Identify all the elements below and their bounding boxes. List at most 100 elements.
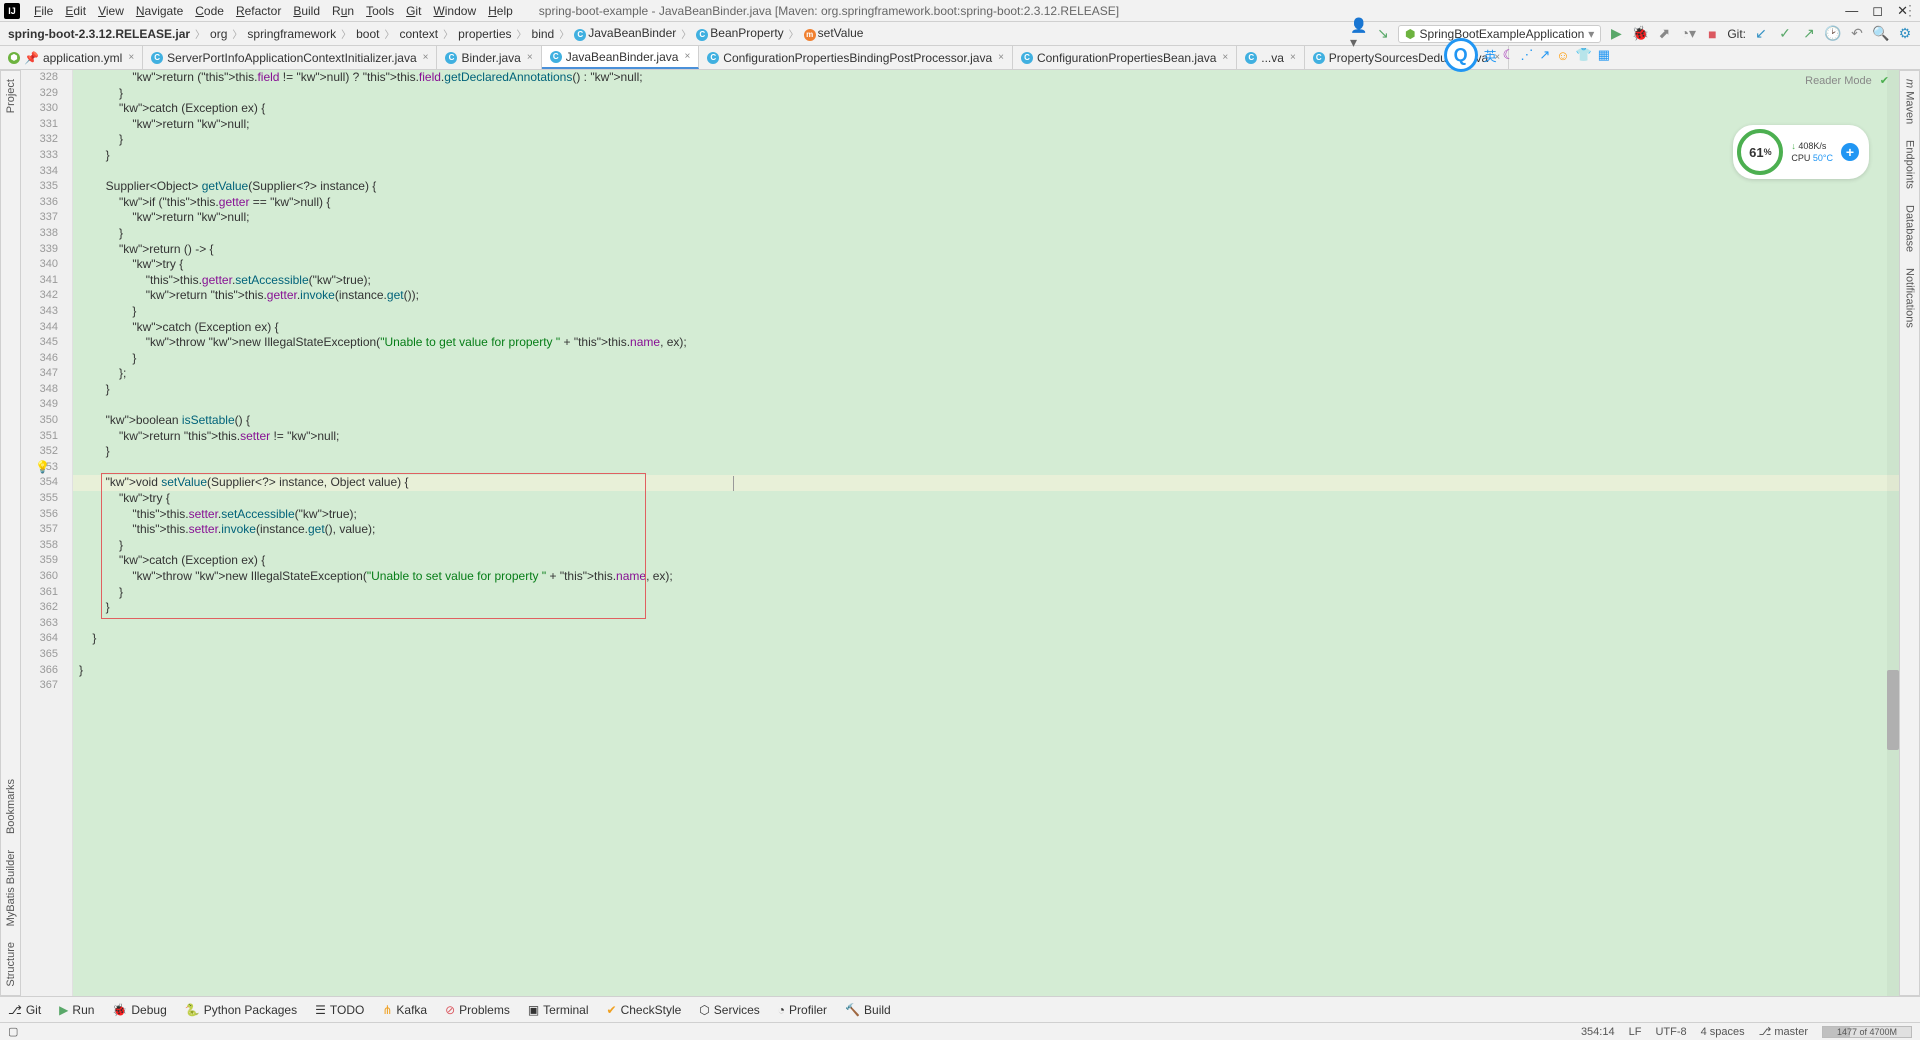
rail-notifications[interactable]: Notifications <box>1902 260 1918 336</box>
git-history-icon[interactable]: 🕑 <box>1824 25 1842 43</box>
maximize-button[interactable]: ◻ <box>1872 3 1883 19</box>
menu-navigate[interactable]: Navigate <box>130 4 189 18</box>
rail-database[interactable]: Database <box>1902 197 1918 260</box>
memory-indicator[interactable]: 1477 of 4700M <box>1822 1026 1912 1038</box>
tab-close-icon[interactable]: × <box>527 52 533 63</box>
services-icon: ⬡ <box>699 1003 709 1017</box>
git-update-icon[interactable]: ↙ <box>1752 25 1770 43</box>
menu-refactor[interactable]: Refactor <box>230 4 287 18</box>
bt-profiler[interactable]: ◔Profiler <box>778 1003 827 1017</box>
perf-expand-icon[interactable]: + <box>1841 143 1859 161</box>
bt-debug[interactable]: 🐞Debug <box>112 1003 166 1017</box>
minimize-button[interactable]: — <box>1845 3 1858 19</box>
tab-configpropsbean[interactable]: C ConfigurationPropertiesBean.java × <box>1013 46 1237 69</box>
wand-icon[interactable]: ↗ <box>1539 47 1550 63</box>
crumb-jar[interactable]: spring-boot-2.3.12.RELEASE.jar <box>6 27 192 41</box>
bt-run[interactable]: ▶Run <box>59 1003 94 1017</box>
tab-close-icon[interactable]: × <box>1290 52 1296 63</box>
tab-truncated[interactable]: C ...va × <box>1237 46 1305 69</box>
bt-terminal[interactable]: ▣Terminal <box>528 1003 589 1017</box>
profiler-icon: ◔ <box>778 1003 785 1017</box>
bt-git[interactable]: ⎇Git <box>8 1003 41 1017</box>
coverage-icon[interactable]: ⬈ <box>1655 25 1673 43</box>
bt-todo[interactable]: ☰TODO <box>315 1003 364 1017</box>
menu-run[interactable]: Run <box>326 4 360 18</box>
settings-icon[interactable]: ⚙ <box>1896 25 1914 43</box>
run-icon[interactable]: ▶ <box>1607 25 1625 43</box>
git-push-icon[interactable]: ↗ <box>1800 25 1818 43</box>
rail-maven[interactable]: m Maven <box>1902 71 1918 132</box>
crumb-org[interactable]: org <box>208 27 229 41</box>
tab-close-icon[interactable]: × <box>128 52 134 63</box>
debug-icon[interactable]: 🐞 <box>1631 25 1649 43</box>
bt-problems[interactable]: ⊘Problems <box>445 1003 510 1017</box>
tab-serverportinfo[interactable]: C ServerPortInfoApplicationContextInitia… <box>143 46 437 69</box>
git-rollback-icon[interactable]: ↶ <box>1848 25 1866 43</box>
crumb-inner[interactable]: CBeanProperty <box>694 26 785 41</box>
menu-file[interactable]: File <box>28 4 59 18</box>
statusbar: ▢ 354:14 LF UTF-8 4 spaces ⎇ master 1477… <box>0 1022 1920 1040</box>
crumb-boot[interactable]: boot <box>354 27 381 41</box>
rail-bookmarks[interactable]: Bookmarks <box>3 771 19 842</box>
bt-python[interactable]: 🐍Python Packages <box>185 1003 297 1017</box>
crumb-class[interactable]: CJavaBeanBinder <box>572 26 678 41</box>
checkstyle-icon: ✔ <box>607 1003 617 1017</box>
crumb-context[interactable]: context <box>397 27 440 41</box>
moon-icon[interactable]: ☾ <box>1503 47 1515 63</box>
assistant-ring-icon[interactable]: Q <box>1444 38 1478 72</box>
menu-edit[interactable]: Edit <box>59 4 92 18</box>
bt-build[interactable]: 🔨Build <box>845 1003 891 1017</box>
sb-caret-pos[interactable]: 354:14 <box>1581 1026 1615 1038</box>
shirt-icon[interactable]: 👕 <box>1576 47 1592 63</box>
reader-mode-label[interactable]: Reader Mode ✔ <box>1805 74 1889 87</box>
grid-icon[interactable]: ▦ <box>1598 47 1610 63</box>
dots-icon[interactable]: ⋰ <box>1520 47 1533 63</box>
lang-icon[interactable]: 英 <box>1484 46 1497 65</box>
rail-project[interactable]: Project <box>3 71 19 121</box>
intention-bulb-icon[interactable]: 💡 <box>35 460 50 474</box>
tab-close-icon[interactable]: × <box>423 52 429 63</box>
menu-git[interactable]: Git <box>400 4 427 18</box>
crumb-bind[interactable]: bind <box>530 27 557 41</box>
menu-view[interactable]: View <box>92 4 130 18</box>
rail-mybatis[interactable]: MyBatis Builder <box>3 842 19 934</box>
menu-build[interactable]: Build <box>287 4 326 18</box>
smile-icon[interactable]: ☺ <box>1556 48 1569 63</box>
bt-kafka[interactable]: ⋔Kafka <box>382 1003 427 1017</box>
rail-structure[interactable]: Structure <box>3 934 19 995</box>
tab-binder[interactable]: C Binder.java × <box>437 46 541 69</box>
tab-configpropsbindingpp[interactable]: C ConfigurationPropertiesBindingPostProc… <box>699 46 1013 69</box>
breadcrumb: spring-boot-2.3.12.RELEASE.jar〉 org〉 spr… <box>6 26 1350 41</box>
tab-close-icon[interactable]: × <box>998 52 1004 63</box>
tab-javabeanbinder[interactable]: C JavaBeanBinder.java × <box>542 46 700 69</box>
sb-line-sep[interactable]: LF <box>1629 1026 1642 1038</box>
tab-application-yml[interactable]: ⬢ 📌 application.yml × <box>0 46 143 69</box>
menu-help[interactable]: Help <box>482 4 519 18</box>
crumb-properties[interactable]: properties <box>456 27 513 41</box>
code-editor[interactable]: Reader Mode ✔ "kw">return ("this">this.f… <box>73 70 1899 996</box>
class-file-icon: C <box>445 52 457 64</box>
bt-checkstyle[interactable]: ✔CheckStyle <box>607 1003 682 1017</box>
sb-indent[interactable]: 4 spaces <box>1701 1026 1745 1038</box>
build-icon[interactable]: ↘ <box>1374 25 1392 43</box>
search-icon[interactable]: 🔍 <box>1872 25 1890 43</box>
perf-stats: ↓ 408K/s CPU 50°C <box>1791 140 1833 164</box>
code-with-me-icon[interactable]: 👤▾ <box>1350 25 1368 43</box>
bt-services[interactable]: ⬡Services <box>699 1003 760 1017</box>
sb-encoding[interactable]: UTF-8 <box>1655 1026 1686 1038</box>
scrollbar[interactable] <box>1887 70 1899 996</box>
menu-window[interactable]: Window <box>427 4 482 18</box>
performance-widget[interactable]: 61% ↓ 408K/s CPU 50°C + <box>1733 125 1869 179</box>
menu-tools[interactable]: Tools <box>360 4 400 18</box>
menu-code[interactable]: Code <box>189 4 230 18</box>
tab-close-icon[interactable]: × <box>1222 52 1228 63</box>
sb-indicator-icon[interactable]: ▢ <box>8 1025 18 1038</box>
rail-endpoints[interactable]: Endpoints <box>1902 132 1918 197</box>
stop-icon[interactable]: ■ <box>1703 25 1721 43</box>
profile-icon[interactable]: ◔▾ <box>1679 25 1697 43</box>
crumb-method[interactable]: msetValue <box>802 26 866 41</box>
sb-branch[interactable]: ⎇ master <box>1759 1025 1808 1038</box>
crumb-springframework[interactable]: springframework <box>245 27 338 41</box>
git-commit-icon[interactable]: ✓ <box>1776 25 1794 43</box>
tab-close-icon[interactable]: × <box>684 51 690 62</box>
